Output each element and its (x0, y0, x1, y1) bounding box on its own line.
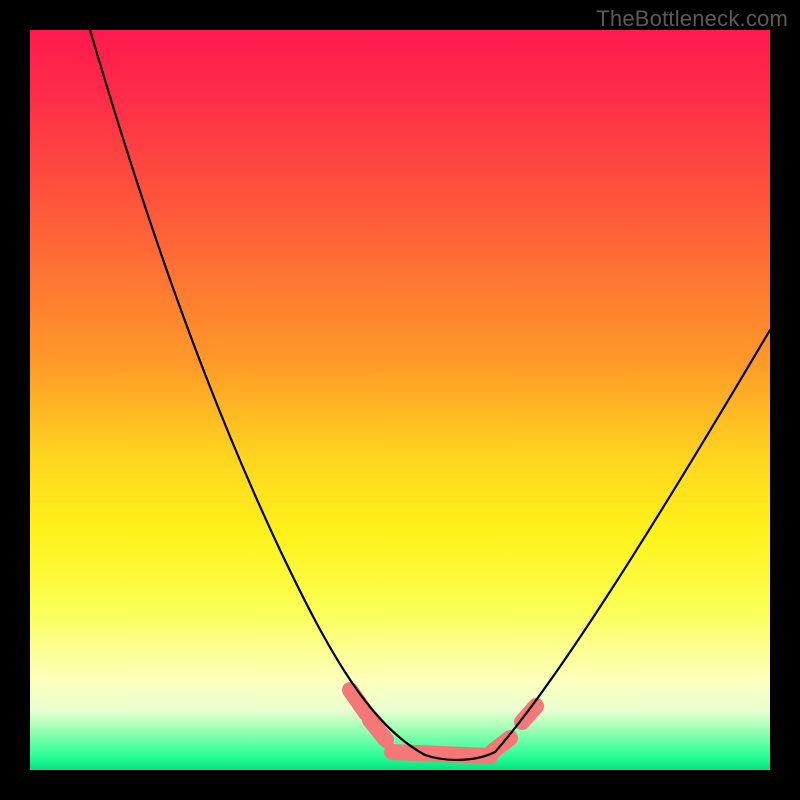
curve-left-branch (90, 30, 425, 755)
salmon-seg-left-upper (350, 690, 366, 713)
plot-area (30, 30, 770, 770)
chart-frame: TheBottleneck.com (0, 0, 800, 800)
chart-svg (30, 30, 770, 770)
curve-right-branch (495, 330, 770, 752)
bottleneck-curve (90, 30, 770, 760)
salmon-highlight-group (350, 690, 536, 756)
salmon-seg-floor (392, 752, 490, 756)
watermark-text: TheBottleneck.com (596, 6, 788, 32)
